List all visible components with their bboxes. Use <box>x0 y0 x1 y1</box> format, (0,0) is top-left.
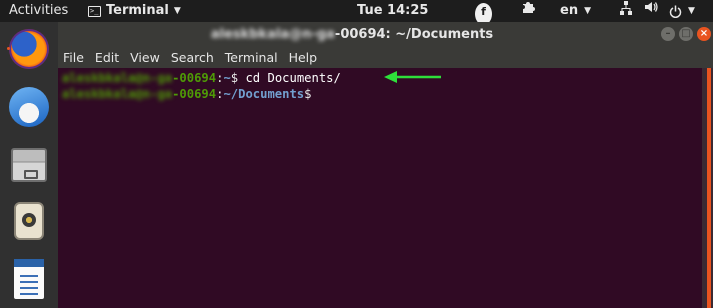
app-menu[interactable]: >_ Terminal ▼ <box>88 0 181 22</box>
close-button[interactable]: × <box>697 27 711 41</box>
chevron-down-icon: ▼ <box>584 6 591 16</box>
dock <box>0 22 58 308</box>
window-title: aleskbkala@n-ga-00694: ~/Documents <box>58 27 646 42</box>
dock-item-firefox[interactable] <box>6 26 52 72</box>
language-label: en <box>560 3 579 18</box>
app-menu-label: Terminal <box>106 3 169 18</box>
command-text: cd Documents/ <box>245 71 341 85</box>
blurred-username: aleskbkala@n-ga <box>210 27 335 42</box>
thunderbird-icon <box>9 87 49 127</box>
blurred-username: aleskbkala@n-ga <box>62 71 173 85</box>
minimize-button[interactable]: – <box>661 27 675 41</box>
window-controls: – □ × <box>661 27 711 41</box>
prompt-host: -00694 <box>172 87 217 101</box>
dock-item-thunderbird[interactable] <box>6 84 52 130</box>
dock-item-writer[interactable] <box>6 256 52 302</box>
activities-button[interactable]: Activities <box>9 0 68 22</box>
libreoffice-writer-icon <box>14 259 44 299</box>
rhythmbox-icon <box>14 202 44 240</box>
chevron-down-icon: ▼ <box>173 6 181 16</box>
network-icon[interactable] <box>620 0 632 22</box>
terminal-line: aleskbkala@n-ga-00694:~$ cd Documents/ <box>62 71 341 85</box>
files-icon <box>11 148 47 182</box>
firefox-icon <box>9 29 49 69</box>
menu-view[interactable]: View <box>130 48 160 68</box>
dock-item-rhythmbox[interactable] <box>6 198 52 244</box>
menu-bar: File Edit View Search Terminal Help <box>58 48 713 68</box>
terminal-output[interactable]: aleskbkala@n-ga-00694:~$ cd Documents/ a… <box>58 68 702 308</box>
terminal-icon: >_ <box>88 5 101 17</box>
annotation-arrow-icon <box>384 71 441 83</box>
dock-item-files[interactable] <box>6 142 52 188</box>
prompt-user-host: aleskbkala@n-ga-00694 <box>62 87 216 101</box>
window-titlebar[interactable]: aleskbkala@n-ga-00694: ~/Documents – □ × <box>58 22 713 48</box>
prompt-symbol: $ <box>230 71 246 85</box>
menu-edit[interactable]: Edit <box>95 48 119 68</box>
system-menu[interactable]: ▼ <box>669 0 695 22</box>
prompt-symbol: $ <box>304 87 312 101</box>
blurred-username: aleskbkala@n-ga <box>62 87 173 101</box>
menu-search[interactable]: Search <box>171 48 214 68</box>
menu-file[interactable]: File <box>63 48 84 68</box>
top-bar: Activities >_ Terminal ▼ Tue 14:25 f en … <box>0 0 713 25</box>
maximize-button[interactable]: □ <box>679 27 693 41</box>
volume-icon[interactable] <box>644 0 658 22</box>
running-indicator <box>7 47 10 50</box>
power-icon <box>669 5 682 18</box>
menu-help[interactable]: Help <box>289 48 318 68</box>
prompt-path: ~/Documents <box>223 87 305 101</box>
menu-terminal[interactable]: Terminal <box>225 48 278 68</box>
window-title-suffix: -00694: ~/Documents <box>334 27 494 42</box>
scrollbar[interactable] <box>702 68 713 308</box>
language-selector[interactable]: en ▼ <box>560 0 591 22</box>
prompt-host: -00694 <box>172 71 217 85</box>
extension-icon[interactable] <box>521 0 535 22</box>
terminal-line: aleskbkala@n-ga-00694:~/Documents$ <box>62 87 312 101</box>
prompt-path: ~ <box>223 71 231 85</box>
prompt-user-host: aleskbkala@n-ga-00694 <box>62 71 216 85</box>
clock[interactable]: Tue 14:25 <box>357 0 428 22</box>
scrollbar-edge <box>707 68 711 308</box>
chevron-down-icon: ▼ <box>688 6 695 16</box>
